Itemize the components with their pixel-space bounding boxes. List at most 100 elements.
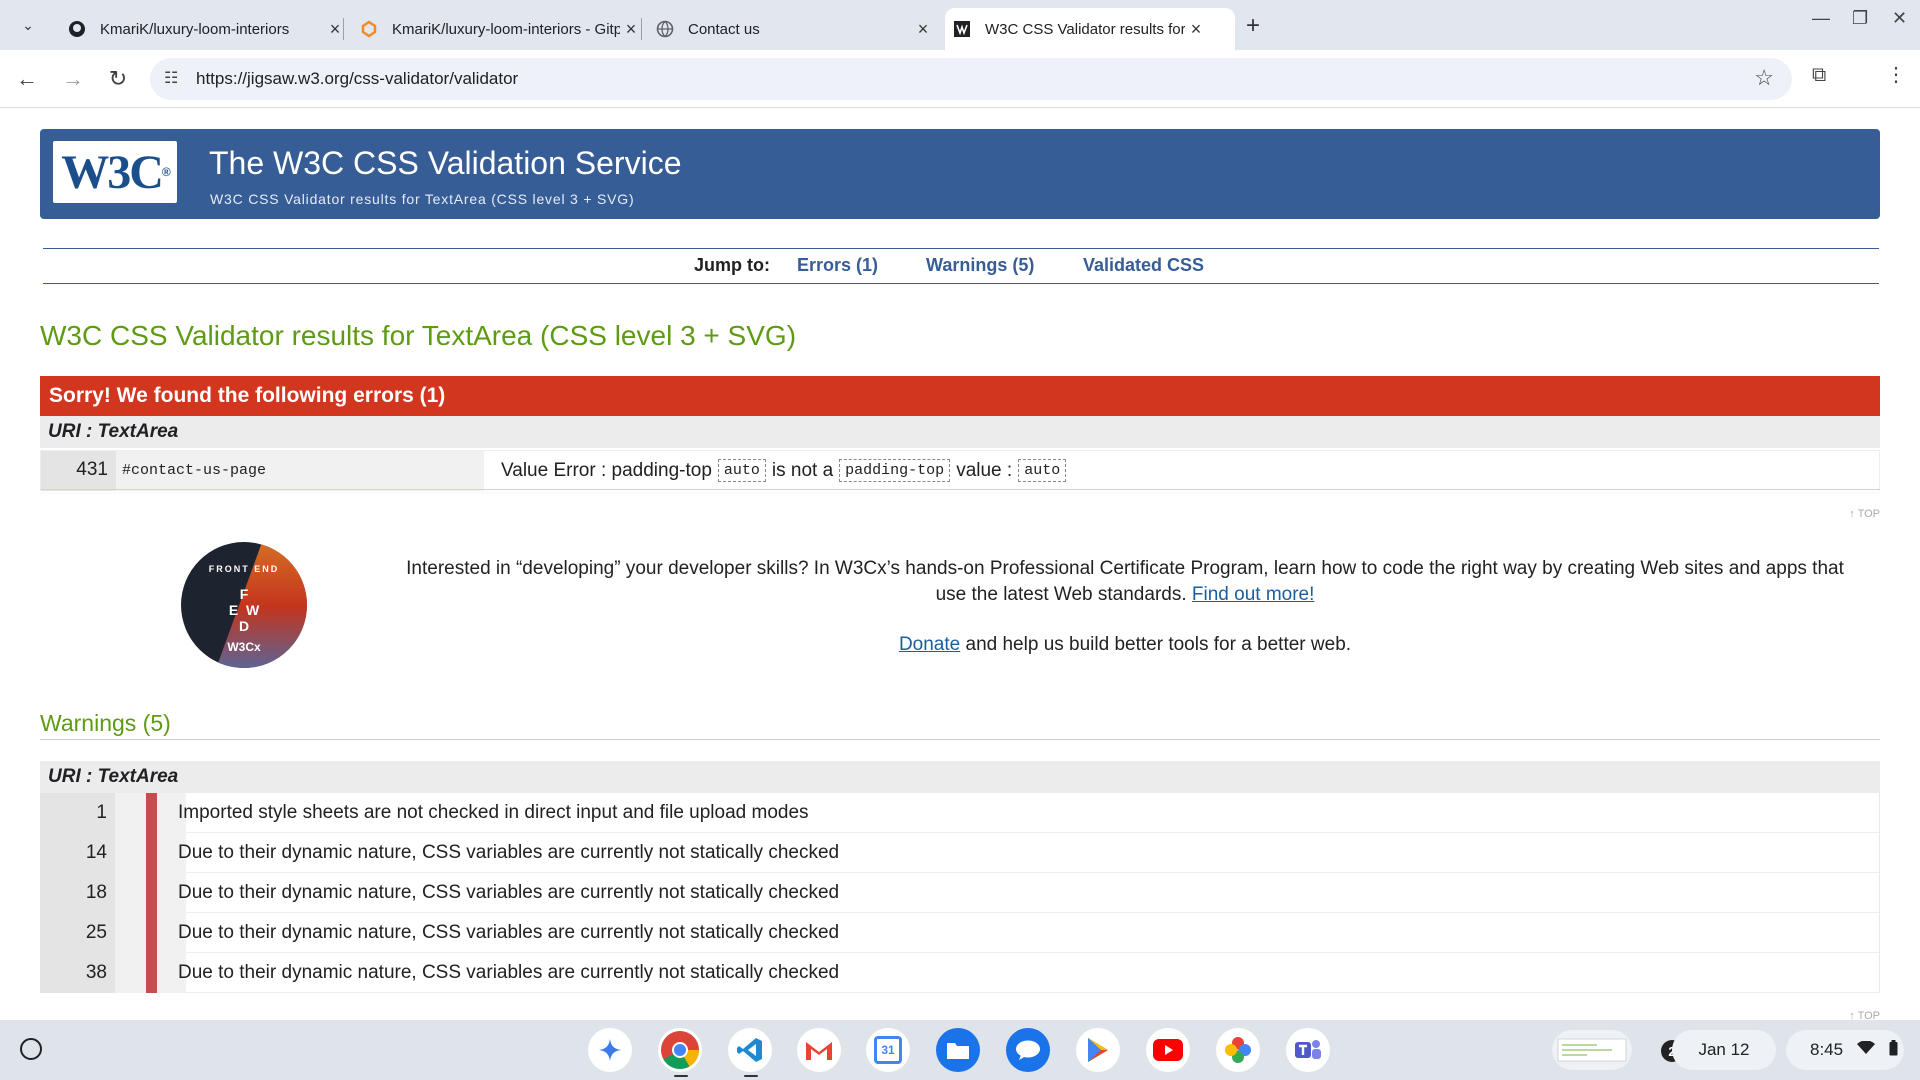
error-value-label: value : [956,459,1013,481]
files-icon[interactable] [936,1028,980,1072]
tab-title: W3C CSS Validator results for TextArea [985,20,1185,38]
back-to-top-link[interactable]: ↑ TOP [1849,508,1880,520]
jump-validated-css-link[interactable]: Validated CSS [1083,255,1204,276]
close-icon[interactable]: × [620,19,642,40]
calendar-icon[interactable]: 31 [866,1028,910,1072]
tab-search-button[interactable]: ⌄ [14,11,42,39]
os-shelf: 31 2 Jan 12 8:45 [0,1020,1920,1080]
chrome-icon[interactable] [658,1028,702,1072]
new-tab-icon[interactable]: + [1246,12,1260,40]
w3c-icon [953,20,971,38]
vscode-icon[interactable] [728,1028,772,1072]
wifi-icon [1857,1040,1876,1060]
warning-marker [146,793,157,833]
status-area[interactable]: 8:45 [1786,1030,1904,1070]
warning-row: 14 Due to their dynamic nature, CSS vari… [40,833,1880,873]
errors-uri: URI : TextArea [40,416,1880,448]
globe-icon [656,20,674,38]
warning-line-number: 25 [40,913,115,953]
error-code-value: auto [717,459,766,482]
tote-thumbnail[interactable] [1552,1030,1632,1070]
badge-letters: FE WD [228,586,260,634]
restore-icon[interactable]: ❐ [1852,8,1868,29]
jump-navigation: Jump to: Errors (1) Warnings (5) Validat… [43,248,1879,284]
donate-text: and help us build better tools for a bet… [965,634,1352,655]
results-heading: W3C CSS Validator results for TextArea (… [40,320,797,351]
header-banner: W3C ® The W3C CSS Validation Service W3C … [40,129,1880,219]
page-title: The W3C CSS Validation Service [209,145,682,181]
tab-w3c-validator[interactable]: W3C CSS Validator results for TextArea × [945,8,1235,50]
extensions-icon[interactable]: ⧉ [1812,64,1826,87]
donate-link[interactable]: Donate [899,634,960,655]
badge-text: FRONT END [208,564,280,574]
donate-paragraph: Donate and help us build better tools fo… [400,634,1850,656]
page-content: W3C ® The W3C CSS Validation Service W3C … [0,108,1920,1022]
warning-row: 25 Due to their dynamic nature, CSS vari… [40,913,1880,953]
calendar-day: 31 [874,1036,902,1064]
running-indicator [744,1075,758,1077]
error-message-middle: is not a [771,459,834,481]
warning-message: Imported style sheets are not checked in… [178,802,809,823]
divider [40,489,1880,490]
url-text[interactable]: https://jigsaw.w3.org/css-validator/vali… [196,69,518,89]
warning-row: 18 Due to their dynamic nature, CSS vari… [40,873,1880,913]
window-close-icon[interactable]: ✕ [1892,8,1907,29]
errors-heading: Sorry! We found the following errors (1) [40,376,1880,416]
warning-message: Due to their dynamic nature, CSS variabl… [178,962,840,983]
launcher-icon[interactable] [20,1038,42,1060]
w3cx-badge-image[interactable]: FRONT END FE WD W3Cx [181,542,307,668]
youtube-icon[interactable] [1146,1028,1190,1072]
warning-line-number: 38 [40,953,115,993]
tab-contact-us[interactable]: Contact us × [640,8,934,50]
tab-title: KmariK/luxury-loom-interiors [100,20,290,38]
teams-icon[interactable] [1286,1028,1330,1072]
bookmark-star-icon[interactable]: ☆ [1754,65,1774,91]
warning-marker [146,833,157,873]
promo-text: Interested in “developing” your develope… [406,558,1844,605]
messages-icon[interactable] [1006,1028,1050,1072]
gmail-icon[interactable] [797,1028,841,1072]
minimize-icon[interactable]: — [1812,8,1830,29]
warning-marker [146,913,157,953]
gemini-icon[interactable] [588,1028,632,1072]
forward-icon[interactable]: → [58,64,88,94]
reload-icon[interactable]: ↻ [103,64,133,94]
logo-text: W3C [61,145,164,199]
github-icon [68,20,86,38]
w3c-logo[interactable]: W3C ® [53,141,177,203]
warnings-uri: URI : TextArea [40,761,1880,793]
divider [40,739,1880,740]
warning-line-number: 14 [40,833,115,873]
battery-icon [1889,1039,1898,1061]
photos-icon[interactable] [1216,1028,1260,1072]
play-store-icon[interactable] [1076,1028,1120,1072]
error-row: 431 #contact-us-page Value Error : paddi… [40,450,1880,491]
jump-warnings-link[interactable]: Warnings (5) [926,255,1034,276]
address-bar[interactable]: ☷ https://jigsaw.w3.org/css-validator/va… [150,58,1792,100]
warning-row: 38 Due to their dynamic nature, CSS vari… [40,953,1880,993]
clock-time: 8:45 [1810,1040,1844,1059]
warning-row: 1 Imported style sheets are not checked … [40,793,1880,833]
divider [1879,793,1880,833]
find-out-more-link[interactable]: Find out more! [1192,584,1315,605]
warnings-heading: Warnings (5) [40,710,171,736]
page-subtitle: W3C CSS Validator results for TextArea (… [210,191,635,207]
jump-label: Jump to: [694,255,770,275]
divider [1879,873,1880,913]
divider [1879,833,1880,873]
error-message-prefix: Value Error : padding-top [501,459,712,481]
browser-toolbar: ← → ↻ ☷ https://jigsaw.w3.org/css-valida… [0,50,1920,108]
tab-github[interactable]: KmariK/luxury-loom-interiors × [52,8,346,50]
close-icon[interactable]: × [1185,19,1207,40]
menu-kebab-icon[interactable]: ⋮ [1886,62,1906,87]
back-icon[interactable]: ← [12,64,42,94]
warning-line-number: 18 [40,873,115,913]
error-message: Value Error : padding-top auto is not a … [501,459,1067,482]
badge-brand: W3Cx [227,640,261,654]
site-info-icon[interactable]: ☷ [164,68,178,88]
close-icon[interactable]: × [912,19,934,40]
error-code-property: padding-top [839,459,951,482]
date-pill[interactable]: Jan 12 [1672,1030,1776,1070]
jump-errors-link[interactable]: Errors (1) [797,255,878,276]
tab-gitpod[interactable]: KmariK/luxury-loom-interiors - Gitpod × [344,8,642,50]
